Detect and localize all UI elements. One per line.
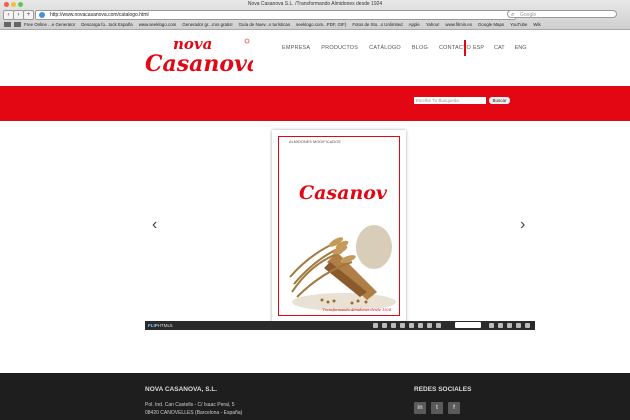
lang-esp[interactable]: ESP bbox=[473, 45, 484, 51]
flip-brand-suffix: HTML5 bbox=[157, 323, 173, 328]
globe-icon bbox=[39, 12, 45, 18]
browser-search-placeholder: Google bbox=[520, 12, 537, 18]
bookmark-item[interactable]: seeklogo.com...PDF, GIF) bbox=[296, 22, 346, 27]
page-number-input[interactable] bbox=[455, 322, 481, 328]
toolbar-icons-left bbox=[373, 323, 441, 328]
nav-blog[interactable]: BLOG bbox=[412, 45, 428, 51]
flip-brand-main: FLIP bbox=[148, 323, 158, 328]
search-icon: ⌕ bbox=[511, 12, 515, 18]
catalog-cover[interactable]: ALMIDONES MODIFICADOS Casanova bbox=[272, 130, 406, 322]
wheat-grain-image bbox=[289, 225, 396, 311]
last-page-icon[interactable] bbox=[498, 323, 503, 328]
prev-page-small-icon[interactable] bbox=[436, 323, 441, 328]
window-title: Nova Casanova S.L. /Transformando Almido… bbox=[247, 1, 383, 7]
search-button[interactable]: Buscar bbox=[489, 97, 510, 104]
nav-catalogo[interactable]: CATÁLOGO bbox=[369, 45, 401, 51]
nav-productos[interactable]: PRODUCTOS bbox=[321, 45, 358, 51]
site-header bbox=[0, 30, 630, 86]
reading-list-icon[interactable] bbox=[4, 22, 11, 27]
bookmark-item[interactable]: Guía de Nuev...s turísticas bbox=[239, 22, 290, 27]
footer-company: NOVA CASANOVA, S.L. bbox=[145, 386, 218, 393]
share-icon[interactable] bbox=[391, 323, 396, 328]
lang-eng[interactable]: ENG bbox=[515, 45, 527, 51]
toolbar-icons-right bbox=[489, 323, 530, 328]
linkedin-icon[interactable]: in bbox=[414, 402, 426, 414]
prev-page-icon[interactable]: ‹ bbox=[152, 217, 157, 233]
flip-brand: FLIPHTML5 bbox=[148, 321, 173, 330]
nav-divider bbox=[464, 40, 466, 56]
logo-main-text: Casanova bbox=[145, 51, 253, 77]
site-footer bbox=[0, 373, 630, 420]
registered-mark bbox=[244, 38, 250, 44]
bookmark-item[interactable]: Google Maps bbox=[478, 22, 504, 27]
social-title: REDES SOCIALES bbox=[414, 386, 472, 393]
nav-empresa[interactable]: EMPRESA bbox=[282, 45, 310, 51]
add-bookmark-button[interactable]: + bbox=[23, 10, 34, 20]
bookmark-item[interactable]: YouTube bbox=[510, 22, 527, 27]
catalog-brand-text: Casanova bbox=[299, 182, 387, 204]
bookmark-item[interactable]: Fotos de Sto...s Unlimited bbox=[352, 22, 402, 27]
browser-search-input[interactable]: ⌕ Google bbox=[507, 10, 617, 18]
print-icon[interactable] bbox=[400, 323, 405, 328]
catalog-tagline: Transformando Almidones desde 1924 bbox=[322, 308, 391, 312]
catalog-frame: ALMIDONES MODIFICADOS Casanova bbox=[278, 136, 400, 316]
catalog-subtitle: ALMIDONES MODIFICADOS bbox=[289, 140, 341, 144]
next-page-small-icon[interactable] bbox=[489, 323, 494, 328]
bookmark-item[interactable]: www.filmin.es bbox=[445, 22, 472, 27]
bookmark-item[interactable]: Generador gr...rros gratis! bbox=[182, 22, 232, 27]
hero-band bbox=[0, 86, 630, 121]
browser-chrome: Nova Casanova S.L. /Transformando Almido… bbox=[0, 0, 630, 30]
bookmarks-bar: Free Online ...e Generator Descarga fo..… bbox=[0, 20, 630, 29]
browser-toolbar: ‹ › + http://www.novacasanova.com/catalo… bbox=[0, 9, 630, 20]
bookmark-item[interactable]: www.seeklogo.com bbox=[139, 22, 177, 27]
zoom-icon[interactable] bbox=[373, 323, 378, 328]
next-page-icon[interactable]: › bbox=[520, 217, 525, 233]
url-text: http://www.novacasanova.com/catalogo.htm… bbox=[50, 12, 149, 18]
sound-icon[interactable] bbox=[409, 323, 414, 328]
bookmark-item[interactable]: Wik bbox=[533, 22, 540, 27]
language-nav: ESP CAT ENG bbox=[473, 45, 537, 51]
main-nav: EMPRESA PRODUCTOS CATÁLOGO BLOG CONTACTO bbox=[282, 45, 482, 51]
bookmark-item[interactable]: Yahoo! bbox=[426, 22, 440, 27]
footer-address-1: Pol. Ind. Can Castells - C/ Isaac Peral,… bbox=[145, 402, 235, 408]
lang-cat[interactable]: CAT bbox=[494, 45, 505, 51]
thumbnails-icon[interactable] bbox=[382, 323, 387, 328]
fullscreen-icon[interactable] bbox=[516, 323, 521, 328]
footer-address-2: 08420 CANOVELLES (Barcelona - España) bbox=[145, 410, 243, 416]
search-pages-icon[interactable] bbox=[418, 323, 423, 328]
facebook-icon[interactable]: f bbox=[448, 402, 460, 414]
top-sites-icon[interactable] bbox=[14, 22, 21, 27]
nova-casanova-logo[interactable]: nova Casanova bbox=[143, 33, 253, 78]
settings-icon[interactable] bbox=[525, 323, 530, 328]
bookmark-item[interactable]: Descarga fo...tock España bbox=[81, 22, 133, 27]
nav-contacto[interactable]: CONTACTO bbox=[439, 45, 471, 51]
bookmark-item[interactable]: Apple bbox=[409, 22, 420, 27]
twitter-icon[interactable]: t bbox=[431, 402, 443, 414]
address-bar[interactable]: http://www.novacasanova.com/catalogo.htm… bbox=[35, 10, 516, 20]
bookmark-item[interactable]: Free Online ...e Generator bbox=[24, 22, 75, 27]
first-page-icon[interactable] bbox=[427, 323, 432, 328]
autoplay-icon[interactable] bbox=[507, 323, 512, 328]
site-search-input[interactable]: Escribe Tu Busqueda bbox=[414, 97, 486, 104]
catalog-brand-logo: Casanova bbox=[299, 182, 387, 204]
